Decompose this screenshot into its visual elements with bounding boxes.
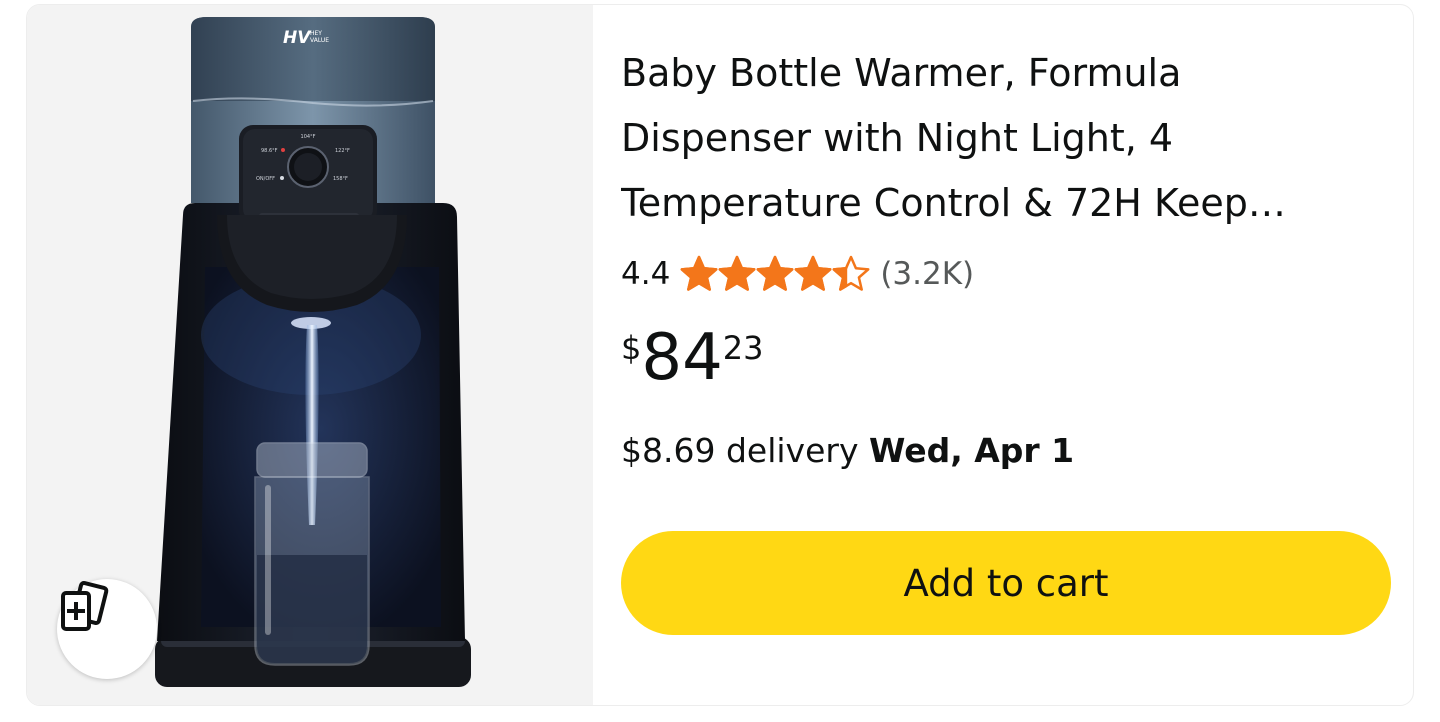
add-to-compare-button[interactable] — [57, 579, 157, 679]
temp-label-158: 158°F — [333, 176, 348, 182]
star-icon — [718, 255, 756, 291]
product-title[interactable]: Baby Bottle Warmer, Formula Dispenser wi… — [621, 41, 1381, 236]
star-rating — [680, 255, 870, 293]
rating-count[interactable]: (3.2K) — [880, 256, 974, 292]
price: $ 84 23 — [621, 323, 764, 393]
temp-label-122: 122°F — [335, 148, 350, 154]
delivery-date: Wed, Apr 1 — [868, 431, 1075, 470]
rating-value: 4.4 — [621, 256, 671, 292]
add-to-cart-button[interactable]: Add to cart — [621, 531, 1391, 635]
product-card[interactable]: HV HEY VALUE 104°F 98.6°F 122°F ON/OFF 1… — [26, 4, 1414, 706]
price-fraction: 23 — [722, 329, 764, 367]
rating-row[interactable]: 4.4 (3.2K) — [621, 249, 974, 299]
star-icon — [756, 255, 794, 291]
brand-name-line1: HEY — [310, 30, 322, 37]
power-label: ON/OFF — [256, 176, 275, 182]
price-symbol: $ — [621, 329, 642, 367]
brand-logo: HV — [283, 28, 312, 48]
add-to-compare-icon — [61, 581, 109, 631]
price-whole: 84 — [641, 321, 723, 395]
star-icon — [794, 255, 832, 291]
delivery-fee: $8.69 delivery — [621, 431, 859, 470]
star-icon — [680, 255, 718, 291]
star-icon — [832, 255, 870, 291]
delivery-info: $8.69 delivery Wed, Apr 1 — [621, 431, 1074, 470]
temp-label-98: 98.6°F — [261, 148, 278, 154]
temp-label-104: 104°F — [301, 134, 316, 140]
product-image[interactable]: HV HEY VALUE 104°F 98.6°F 122°F ON/OFF 1… — [27, 5, 593, 705]
brand-name-line2: VALUE — [310, 37, 329, 44]
